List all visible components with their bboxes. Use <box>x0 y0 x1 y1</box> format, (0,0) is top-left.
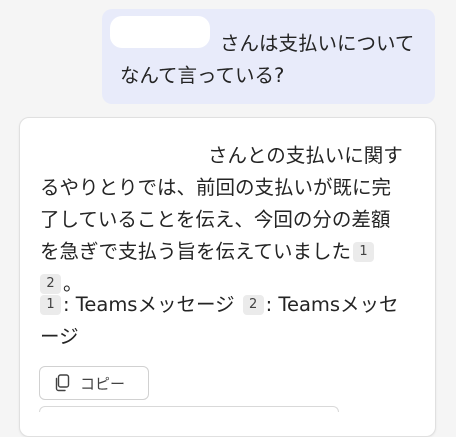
references-line-2[interactable]: ージ <box>40 321 399 353</box>
response-line-1: さんとの支払いに関す <box>40 140 425 172</box>
response-line-3: 了していることを伝え、今回の分の差額 <box>40 208 391 231</box>
reference-2-number[interactable]: 2 <box>242 295 264 315</box>
assistant-response-text: さんとの支払いに関す るやりとりでは、前回の支払いが既に完 了していることを伝え… <box>40 140 425 300</box>
references-list: 1: Teamsメッセージ 2: Teamsメッセ ージ <box>40 289 399 353</box>
next-action-bar[interactable] <box>39 406 339 412</box>
citation-1[interactable]: 1 <box>353 242 375 262</box>
copy-button-label: コピー <box>80 374 126 393</box>
response-line-4-text: を急ぎで支払う旨を伝えていました <box>40 240 352 263</box>
reference-1-label[interactable]: : Teamsメッセージ <box>63 293 235 316</box>
copy-icon <box>55 374 70 392</box>
response-line-1-text: さんとの支払いに関す <box>208 144 403 167</box>
user-message-bubble: さんは支払いについて なんて言っている? <box>102 9 435 104</box>
references-line-1: 1: Teamsメッセージ 2: Teamsメッセ <box>40 289 399 321</box>
copy-button[interactable]: コピー <box>39 366 149 400</box>
user-message-line-2: なんて言っている? <box>120 64 285 87</box>
response-line-4: を急ぎで支払う旨を伝えていました 1 <box>40 236 425 268</box>
user-message-text-1: さんは支払いについて <box>220 32 415 55</box>
response-line-2: るやりとりでは、前回の支払いが既に完 <box>40 176 392 199</box>
user-message-line-1: さんは支払いについて <box>110 15 419 60</box>
reference-1-number[interactable]: 1 <box>40 295 61 315</box>
redacted-name <box>110 15 210 48</box>
assistant-response-card: さんとの支払いに関す るやりとりでは、前回の支払いが既に完 了していることを伝え… <box>19 117 436 437</box>
reference-2-label[interactable]: : Teamsメッセ <box>266 293 399 316</box>
